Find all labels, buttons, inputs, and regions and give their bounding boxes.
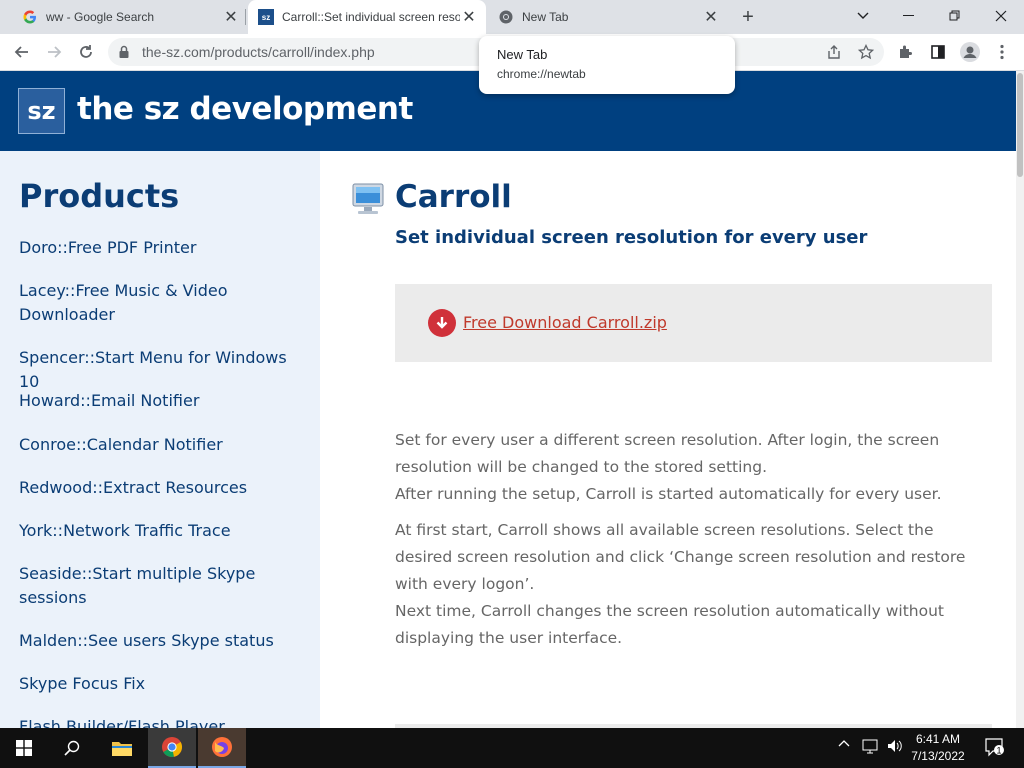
share-icon[interactable] bbox=[820, 38, 848, 66]
sidebar-item-howard[interactable]: Howard::Email Notifier bbox=[19, 389, 309, 413]
sidebar-item-york[interactable]: York::Network Traffic Trace bbox=[19, 519, 309, 543]
windows-taskbar: 6:41 AM 7/13/2022 1 bbox=[0, 728, 1024, 768]
description-paragraph: At first start, Carroll shows all availa… bbox=[395, 521, 966, 593]
close-tab-icon[interactable]: ✕ bbox=[222, 7, 240, 27]
product-title: Carroll bbox=[395, 179, 512, 215]
notification-center-icon[interactable]: 1 bbox=[984, 737, 1006, 760]
close-window-icon[interactable] bbox=[978, 0, 1024, 32]
side-panel-icon[interactable] bbox=[924, 38, 952, 66]
sidebar-item-skype-focus-fix[interactable]: Skype Focus Fix bbox=[19, 672, 309, 696]
taskbar-clock[interactable]: 6:41 AM 7/13/2022 bbox=[906, 731, 970, 765]
chrome-icon bbox=[498, 9, 514, 25]
back-icon[interactable] bbox=[8, 38, 36, 66]
search-icon[interactable] bbox=[48, 728, 96, 768]
product-subtitle: Set individual screen resolution for eve… bbox=[395, 227, 868, 248]
new-tab-button[interactable]: + bbox=[736, 5, 760, 29]
network-icon[interactable] bbox=[862, 738, 880, 757]
url-text: the-sz.com/products/carroll/index.php bbox=[142, 44, 375, 60]
download-link[interactable]: Free Download Carroll.zip bbox=[463, 313, 667, 332]
sidebar-item-doro[interactable]: Doro::Free PDF Printer bbox=[19, 236, 309, 260]
sidebar-item-seaside[interactable]: Seaside::Start multiple Skype sessions bbox=[19, 562, 309, 610]
page-scrollbar[interactable] bbox=[1016, 71, 1024, 728]
products-sidebar: Products Doro::Free PDF Printer Lacey::F… bbox=[0, 151, 320, 728]
sidebar-item-flash-builder[interactable]: Flash Builder/Flash Player bbox=[19, 715, 309, 728]
tray-overflow-icon[interactable] bbox=[838, 738, 850, 753]
tab-google-search[interactable]: ww - Google Search ✕ bbox=[12, 0, 246, 34]
description-paragraph: Set for every user a different screen re… bbox=[395, 431, 940, 476]
extensions-icon[interactable] bbox=[892, 38, 920, 66]
menu-kebab-icon[interactable] bbox=[988, 38, 1016, 66]
minimize-icon[interactable] bbox=[886, 0, 932, 32]
sidebar-item-lacey[interactable]: Lacey::Free Music & Video Downloader bbox=[19, 279, 309, 327]
site-logo[interactable]: sz bbox=[18, 88, 65, 134]
main-content: Carroll Set individual screen resolution… bbox=[320, 151, 1016, 728]
volume-icon[interactable] bbox=[886, 738, 904, 757]
download-arrow-icon[interactable] bbox=[428, 309, 456, 337]
notification-count: 1 bbox=[996, 746, 1001, 756]
tab-carroll[interactable]: sz Carroll::Set individual screen reso ✕ bbox=[248, 0, 486, 34]
firefox-taskbar-icon[interactable] bbox=[198, 728, 246, 768]
sidebar-item-conroe[interactable]: Conroe::Calendar Notifier bbox=[19, 433, 309, 457]
reload-icon[interactable] bbox=[72, 38, 100, 66]
file-explorer-icon[interactable] bbox=[98, 728, 146, 768]
profile-avatar-icon[interactable] bbox=[956, 38, 984, 66]
google-icon bbox=[22, 9, 38, 25]
sidebar-item-malden[interactable]: Malden::See users Skype status bbox=[19, 629, 309, 653]
tab-separator bbox=[245, 9, 246, 25]
windows-start-icon[interactable] bbox=[0, 728, 48, 768]
tab-new-tab[interactable]: New Tab ✕ bbox=[488, 0, 726, 34]
download-box: Free Download Carroll.zip bbox=[395, 284, 992, 362]
sidebar-item-spencer[interactable]: Spencer::Start Menu for Windows 10 bbox=[19, 346, 309, 394]
clock-time: 6:41 AM bbox=[915, 732, 961, 746]
lock-icon[interactable] bbox=[118, 45, 130, 64]
tab-title: Carroll::Set individual screen reso bbox=[282, 10, 460, 24]
site-name[interactable]: the sz development bbox=[77, 91, 413, 127]
sidebar-item-redwood[interactable]: Redwood::Extract Resources bbox=[19, 476, 309, 500]
tooltip-title: New Tab bbox=[497, 47, 548, 62]
tab-title: ww - Google Search bbox=[46, 10, 155, 24]
monitor-icon bbox=[352, 183, 384, 217]
close-tab-icon[interactable]: ✕ bbox=[460, 7, 478, 27]
tooltip-url: chrome://newtab bbox=[497, 67, 586, 81]
forward-icon[interactable] bbox=[40, 38, 68, 66]
restore-icon[interactable] bbox=[932, 0, 978, 32]
clock-date: 7/13/2022 bbox=[911, 749, 965, 763]
close-tab-icon[interactable]: ✕ bbox=[702, 7, 720, 27]
scrollbar-thumb[interactable] bbox=[1017, 73, 1023, 177]
description-paragraph: Next time, Carroll changes the screen re… bbox=[395, 602, 944, 647]
bookmark-star-icon[interactable] bbox=[852, 38, 880, 66]
chrome-taskbar-icon[interactable] bbox=[148, 728, 196, 768]
sz-favicon-icon: sz bbox=[258, 9, 274, 25]
tab-hover-tooltip: New Tab chrome://newtab bbox=[479, 36, 735, 94]
description-paragraph: After running the setup, Carroll is star… bbox=[395, 485, 942, 503]
sidebar-heading: Products bbox=[19, 177, 180, 215]
tab-strip: ww - Google Search ✕ sz Carroll::Set ind… bbox=[0, 0, 1024, 34]
tab-title: New Tab bbox=[522, 10, 569, 24]
tab-search-icon[interactable] bbox=[840, 0, 886, 32]
